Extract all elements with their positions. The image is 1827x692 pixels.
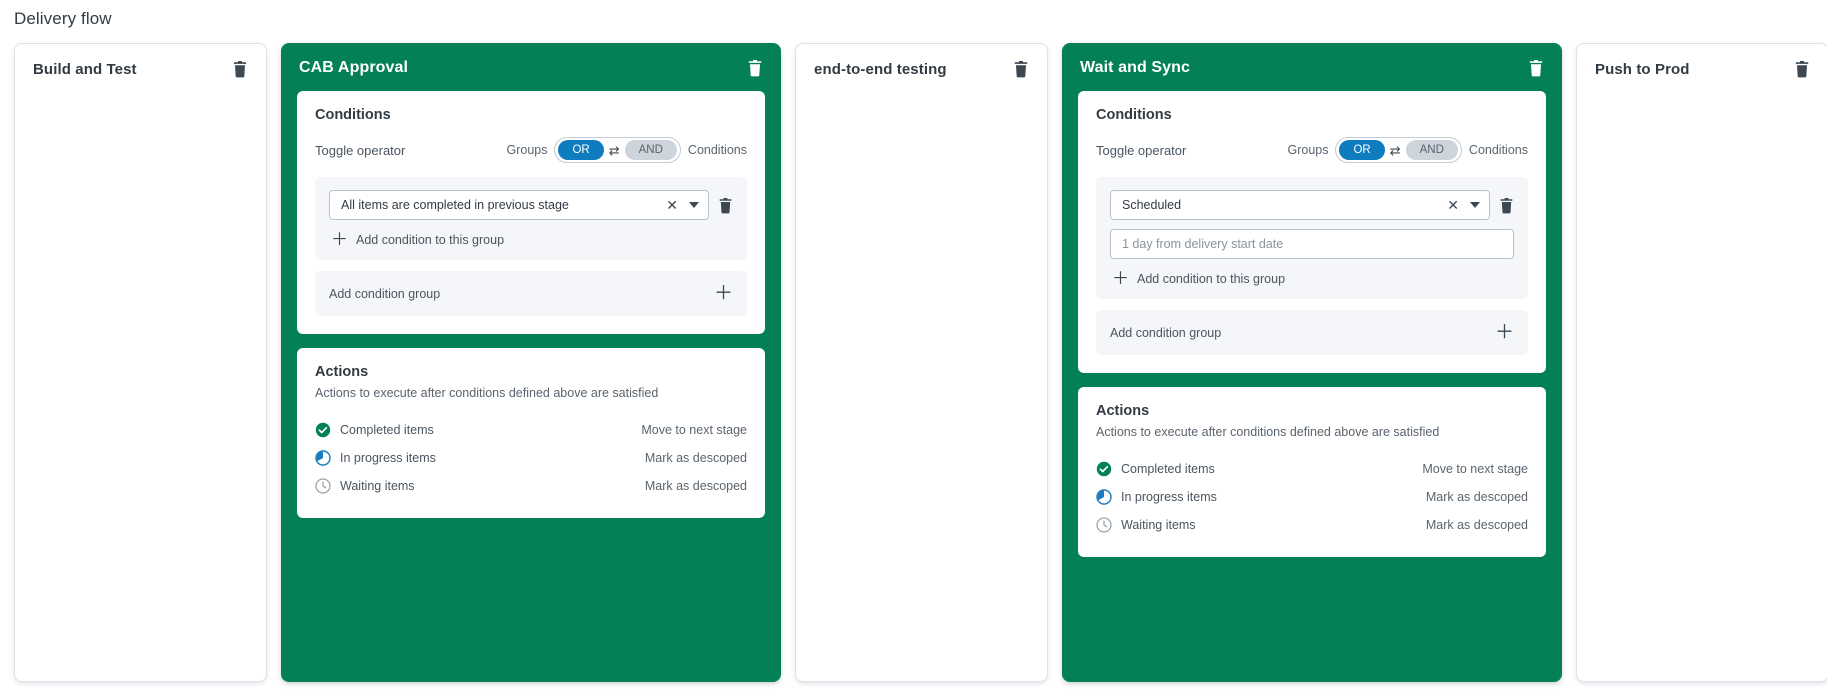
groups-label: Groups bbox=[1287, 143, 1329, 158]
stage-card-cab-approval[interactable]: CAB Approval Conditions Toggle operator … bbox=[281, 43, 781, 682]
chevron-down-icon[interactable] bbox=[689, 202, 699, 209]
toggle-operator-label: Toggle operator bbox=[315, 142, 406, 158]
chevron-down-icon[interactable] bbox=[1470, 202, 1480, 209]
operator-option-or[interactable]: OR bbox=[558, 140, 604, 161]
actions-subtitle: Actions to execute after conditions defi… bbox=[315, 386, 659, 401]
actions-subtitle: Actions to execute after conditions defi… bbox=[1096, 425, 1440, 440]
action-value: Mark as descoped bbox=[1425, 518, 1528, 533]
action-name: In progress items bbox=[340, 451, 436, 466]
plus-icon: ＋ bbox=[713, 283, 733, 305]
add-condition-group-button[interactable]: Add condition group ＋ bbox=[1096, 310, 1528, 356]
trash-icon[interactable] bbox=[232, 60, 248, 78]
condition-row: Scheduled ✕ bbox=[1110, 190, 1514, 221]
conditions-label: Conditions bbox=[1468, 143, 1528, 158]
action-name: Waiting items bbox=[340, 479, 415, 494]
actions-panel: Actions Actions to execute after conditi… bbox=[1078, 387, 1546, 558]
condition-select[interactable]: All items are completed in previous stag… bbox=[329, 190, 709, 221]
condition-select-value: All items are completed in previous stag… bbox=[341, 198, 569, 213]
pie-clock-icon bbox=[1096, 489, 1112, 506]
swap-arrows-icon[interactable]: ⇄ bbox=[1390, 144, 1401, 157]
action-value: Mark as descoped bbox=[1425, 490, 1528, 505]
stage-header: CAB Approval bbox=[281, 43, 781, 91]
operator-toggle[interactable]: OR ⇄ AND bbox=[554, 137, 681, 164]
action-row[interactable]: Waiting items Mark as descoped bbox=[315, 472, 747, 500]
clock-icon bbox=[315, 478, 331, 495]
clock-icon bbox=[1096, 517, 1112, 534]
condition-select[interactable]: Scheduled ✕ bbox=[1110, 190, 1490, 221]
action-row[interactable]: Waiting items Mark as descoped bbox=[1096, 511, 1528, 539]
toggle-operator-row: Toggle operator Groups OR ⇄ AND Conditio… bbox=[1096, 137, 1528, 164]
action-name: Waiting items bbox=[1121, 518, 1196, 533]
check-circle-icon bbox=[1096, 462, 1112, 477]
stage-card-end-to-end-testing[interactable]: end-to-end testing bbox=[795, 43, 1048, 682]
pie-clock-icon bbox=[315, 450, 331, 467]
add-condition-group-button[interactable]: Add condition group ＋ bbox=[315, 271, 747, 317]
trash-icon[interactable] bbox=[718, 197, 733, 214]
action-value: Mark as descoped bbox=[644, 451, 747, 466]
condition-group: Scheduled ✕ ＋ Add condition to this grou… bbox=[1096, 177, 1528, 300]
action-name: In progress items bbox=[1121, 490, 1217, 505]
toggle-operator-label: Toggle operator bbox=[1096, 142, 1187, 158]
actions-panel: Actions Actions to execute after conditi… bbox=[297, 348, 765, 519]
add-condition-group-label: Add condition group bbox=[1110, 325, 1222, 340]
add-condition-to-group-label: Add condition to this group bbox=[356, 232, 505, 247]
schedule-offset-input[interactable] bbox=[1110, 229, 1514, 260]
trash-icon[interactable] bbox=[1013, 60, 1029, 78]
stage-card-wait-and-sync[interactable]: Wait and Sync Conditions Toggle operator… bbox=[1062, 43, 1562, 682]
stage-title: Build and Test bbox=[33, 60, 137, 78]
action-row[interactable]: In progress items Mark as descoped bbox=[315, 444, 747, 472]
add-condition-to-group-button[interactable]: ＋ Add condition to this group bbox=[1110, 268, 1514, 289]
action-row[interactable]: Completed items Move to next stage bbox=[315, 416, 747, 444]
stage-title: CAB Approval bbox=[299, 59, 409, 76]
conditions-heading: Conditions bbox=[315, 107, 391, 123]
actions-heading: Actions bbox=[1096, 403, 1150, 420]
delivery-flow-board: Build and Test CAB Approval Conditions T… bbox=[0, 29, 1827, 682]
action-row[interactable]: Completed items Move to next stage bbox=[1096, 455, 1528, 483]
action-row[interactable]: In progress items Mark as descoped bbox=[1096, 483, 1528, 511]
stage-header: end-to-end testing bbox=[796, 44, 1047, 92]
conditions-panel: Conditions Toggle operator Groups OR ⇄ A… bbox=[297, 91, 765, 335]
plus-icon: ＋ bbox=[1112, 269, 1129, 289]
operator-option-and[interactable]: AND bbox=[624, 140, 677, 161]
clear-x-icon[interactable]: ✕ bbox=[659, 198, 685, 212]
condition-group: All items are completed in previous stag… bbox=[315, 177, 747, 261]
plus-icon: ＋ bbox=[1494, 322, 1514, 344]
add-condition-to-group-label: Add condition to this group bbox=[1137, 271, 1286, 286]
action-name: Completed items bbox=[340, 423, 434, 438]
check-circle-icon bbox=[315, 423, 331, 438]
add-condition-group-label: Add condition group bbox=[329, 286, 441, 301]
actions-heading: Actions bbox=[315, 364, 369, 381]
stage-card-push-to-prod[interactable]: Push to Prod bbox=[1576, 43, 1827, 682]
groups-label: Groups bbox=[506, 143, 548, 158]
trash-icon[interactable] bbox=[1794, 60, 1810, 78]
stage-title: Wait and Sync bbox=[1080, 59, 1191, 76]
toggle-operator-row: Toggle operator Groups OR ⇄ AND Conditio… bbox=[315, 137, 747, 164]
operator-option-or[interactable]: OR bbox=[1339, 140, 1385, 161]
trash-icon[interactable] bbox=[1499, 197, 1514, 214]
trash-icon[interactable] bbox=[747, 59, 763, 77]
swap-arrows-icon[interactable]: ⇄ bbox=[609, 144, 620, 157]
action-value: Move to next stage bbox=[641, 423, 747, 438]
page-title: Delivery flow bbox=[14, 9, 112, 28]
add-condition-to-group-button[interactable]: ＋ Add condition to this group bbox=[329, 229, 733, 250]
trash-icon[interactable] bbox=[1528, 59, 1544, 77]
plus-icon: ＋ bbox=[331, 230, 348, 250]
condition-select-value: Scheduled bbox=[1122, 198, 1182, 213]
conditions-heading: Conditions bbox=[1096, 107, 1172, 123]
stage-card-build-and-test[interactable]: Build and Test bbox=[14, 43, 267, 682]
stage-title: Push to Prod bbox=[1595, 60, 1690, 78]
stage-title: end-to-end testing bbox=[814, 60, 947, 78]
operator-option-and[interactable]: AND bbox=[1405, 140, 1458, 161]
stage-header: Push to Prod bbox=[1577, 44, 1827, 92]
conditions-label: Conditions bbox=[687, 143, 747, 158]
clear-x-icon[interactable]: ✕ bbox=[1440, 198, 1466, 212]
action-name: Completed items bbox=[1121, 462, 1215, 477]
stage-header: Build and Test bbox=[15, 44, 266, 92]
action-value: Move to next stage bbox=[1422, 462, 1528, 477]
action-value: Mark as descoped bbox=[644, 479, 747, 494]
condition-row: All items are completed in previous stag… bbox=[329, 190, 733, 221]
conditions-panel: Conditions Toggle operator Groups OR ⇄ A… bbox=[1078, 91, 1546, 374]
stage-header: Wait and Sync bbox=[1062, 43, 1562, 91]
operator-toggle[interactable]: OR ⇄ AND bbox=[1335, 137, 1462, 164]
